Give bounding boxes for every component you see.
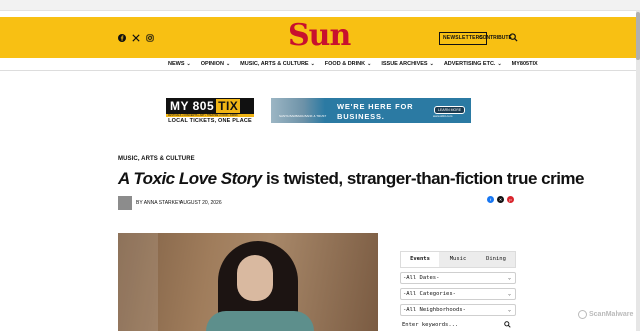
article-kicker[interactable]: MUSIC, ARTS & CULTURE — [118, 155, 195, 163]
article-title-italic: A Toxic Love Story — [118, 169, 262, 188]
nav-item-label: ISSUE ARCHIVES — [381, 61, 428, 67]
watermark-icon — [578, 310, 587, 319]
nav-item-food-drink[interactable]: FOOD & DRINK ⌄ — [325, 60, 372, 68]
nav-item-opinion[interactable]: OPINION ⌄ — [201, 60, 230, 68]
article-byline[interactable]: BY ANNA STARKEY — [136, 200, 182, 207]
ad2-photo — [271, 98, 325, 123]
hero-face — [237, 255, 273, 301]
watermark-text: ScanMalware — [589, 311, 634, 318]
chevron-down-icon: ⌄ — [367, 61, 372, 67]
chevron-down-icon: ⌄ — [225, 61, 231, 67]
social-links — [118, 34, 154, 42]
share-facebook-icon[interactable]: f — [487, 196, 494, 203]
chevron-down-icon: ⌄ — [507, 291, 511, 297]
my805tix-ad[interactable]: MY 805 TIX FESTIVALS • CONCERTS • ART • T… — [166, 98, 254, 126]
share-pinterest-icon[interactable]: p — [507, 196, 514, 203]
browser-top-strip — [0, 0, 640, 11]
nav-item-label: MY805TIX — [511, 61, 538, 67]
ad2-learn-more-button[interactable]: LEARN MORE — [434, 106, 466, 114]
neighborhoods-select-value: -All Neighborhoods- — [403, 307, 466, 313]
article-title: A Toxic Love Story is twisted, stranger-… — [118, 168, 585, 190]
contribute-link[interactable]: CONTRIBUTE — [479, 33, 512, 43]
tab-music[interactable]: Music — [439, 252, 477, 267]
x-icon[interactable] — [132, 34, 140, 42]
categories-select-value: -All Categories- — [403, 291, 456, 297]
tab-events[interactable]: Events — [401, 252, 439, 267]
ad2-line1: WE'RE HERE FOR — [337, 102, 414, 111]
chevron-down-icon: ⌄ — [497, 61, 502, 67]
search-icon[interactable] — [504, 321, 511, 328]
article-title-rest: is twisted, stranger-than-fiction true c… — [261, 169, 585, 188]
dates-select-value: -All Dates- — [403, 275, 440, 281]
nav-item-news[interactable]: NEWS ⌄ — [168, 60, 191, 68]
ad1-title-b: TIX — [216, 99, 241, 113]
events-widget: Events Music Dining -All Dates- ⌄ -All Cate… — [400, 251, 516, 331]
chevron-down-icon: ⌄ — [186, 61, 191, 67]
main-nav: NEWS ⌄ OPINION ⌄ MUSIC, ARTS & CULTURE ⌄ FOOD … — [0, 58, 636, 71]
hero-shirt — [206, 311, 314, 331]
facebook-icon[interactable] — [118, 34, 126, 42]
nav-item-issue-archives[interactable]: ISSUE ARCHIVES ⌄ — [381, 60, 433, 68]
nav-item-label: MUSIC, ARTS & CULTURE — [240, 61, 309, 67]
ad1-title-a: MY 805 — [170, 99, 215, 113]
ad1-tagline: LOCAL TICKETS, ONE PLACE — [168, 118, 252, 124]
author-avatar — [118, 196, 132, 210]
search-icon[interactable] — [509, 33, 518, 42]
neighborhoods-select[interactable]: -All Neighborhoods- ⌄ — [400, 304, 516, 316]
chevron-down-icon: ⌄ — [429, 61, 434, 67]
chevron-down-icon: ⌄ — [507, 307, 511, 313]
bank-ad[interactable]: SANTA BARBARA BANK & TRUST WE'RE HERE FO… — [271, 98, 471, 123]
ad2-url: www.sbbt.com — [433, 114, 453, 118]
categories-select[interactable]: -All Categories- ⌄ — [400, 288, 516, 300]
chevron-down-icon: ⌄ — [507, 275, 511, 281]
article-hero-image — [118, 233, 378, 331]
ad1-title: MY 805 TIX — [166, 98, 254, 114]
share-x-icon[interactable]: ✕ — [497, 196, 504, 203]
scrollbar-thumb[interactable] — [636, 12, 640, 60]
nav-item-music-arts-culture[interactable]: MUSIC, ARTS & CULTURE ⌄ — [240, 60, 315, 68]
nav-item-label: ADVERTISING ETC. — [443, 61, 496, 67]
nav-item-my805tix[interactable]: MY805TIX — [512, 60, 538, 68]
hero-wall — [118, 233, 158, 331]
nav-item-label: NEWS — [168, 61, 185, 67]
ad2-line2: BUSINESS. — [337, 112, 385, 121]
keywords-input[interactable]: Enter keywords... — [400, 320, 516, 330]
widget-tabs: Events Music Dining — [400, 251, 516, 268]
dates-select[interactable]: -All Dates- ⌄ — [400, 272, 516, 284]
instagram-icon[interactable] — [146, 34, 154, 42]
chevron-down-icon: ⌄ — [310, 61, 315, 67]
article-date: AUGUST 20, 2026 — [180, 200, 222, 206]
tab-dining[interactable]: Dining — [477, 252, 515, 267]
watermark: ScanMalware — [578, 310, 633, 319]
ad2-headline: WE'RE HERE FOR BUSINESS. — [337, 102, 413, 122]
site-logo[interactable]: Sun — [288, 19, 351, 53]
nav-item-label: OPINION — [200, 61, 224, 67]
ad2-bank-name: SANTA BARBARA BANK & TRUST — [279, 114, 327, 118]
keywords-placeholder: Enter keywords... — [402, 322, 459, 328]
nav-item-advertising-etc[interactable]: ADVERTISING ETC. ⌄ — [444, 60, 502, 68]
nav-item-label: FOOD & DRINK — [324, 61, 366, 67]
